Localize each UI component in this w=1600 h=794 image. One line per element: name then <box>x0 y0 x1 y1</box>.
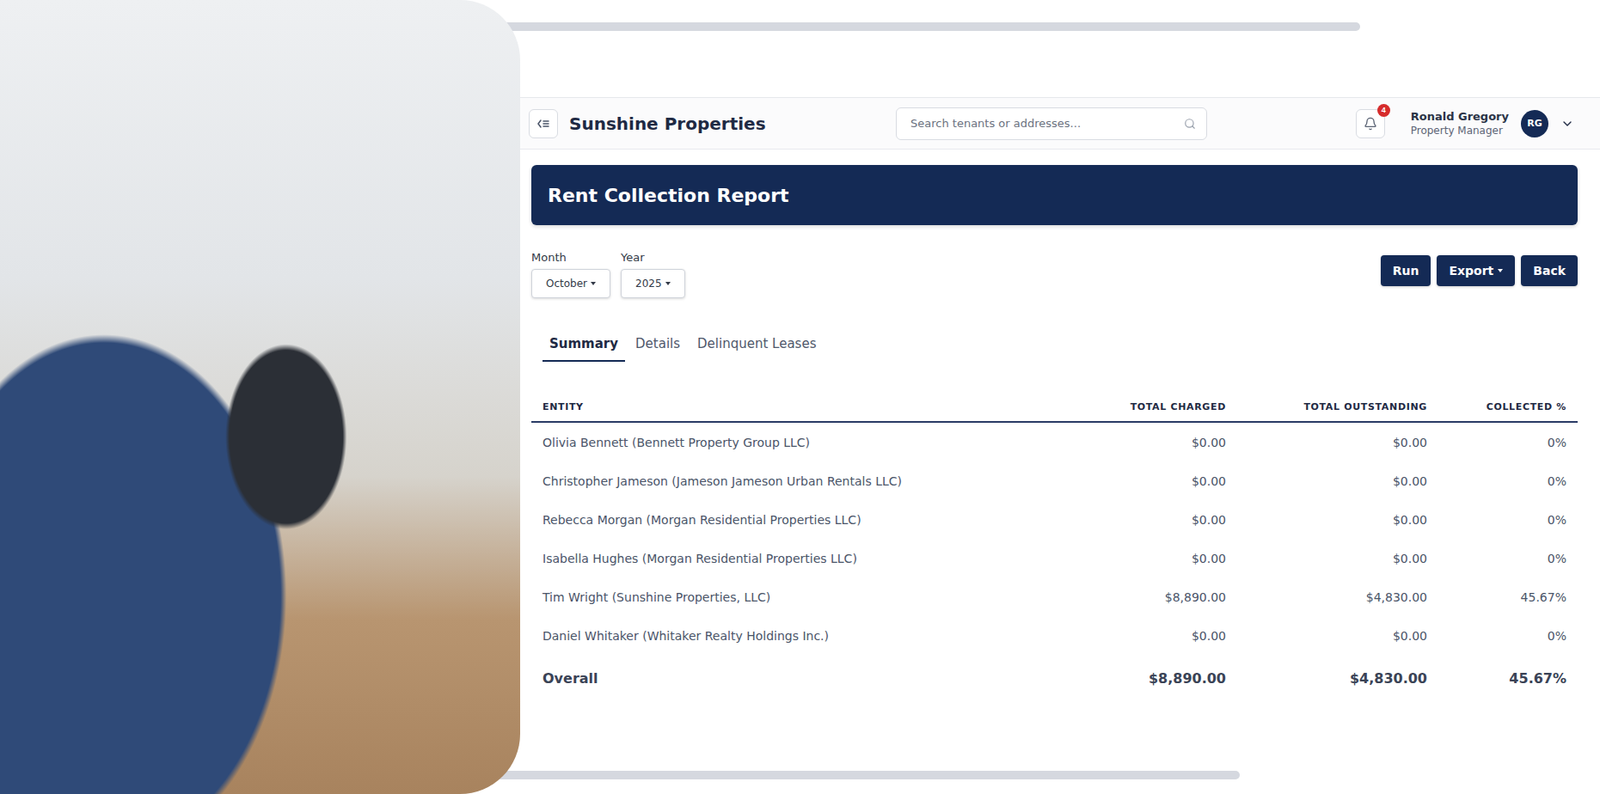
right-column: Sunshine Properties 4 Ronald GregoryProper… <box>490 0 1600 794</box>
chevron-down-icon[interactable] <box>1560 116 1575 131</box>
outstanding-cell: $4,830.00 <box>1237 590 1439 605</box>
entity-cell: Isabella Hughes (Morgan Residential Prop… <box>531 551 1031 566</box>
header-left: Sunshine Properties <box>528 109 896 139</box>
app-title: Sunshine Properties <box>569 113 767 135</box>
outstanding-cell: $0.00 <box>1237 551 1439 566</box>
collected-cell: 0% <box>1438 474 1578 489</box>
entity-cell: Christopher Jameson (Jameson Jameson Urb… <box>531 474 1031 489</box>
collected-cell: 0% <box>1438 435 1578 450</box>
filters: Month October Year 2025 <box>531 251 686 299</box>
user-name: Ronald Gregory <box>1410 110 1509 123</box>
collected-cell: 0% <box>1438 513 1578 528</box>
filter-row: Month October Year 2025 RunExportBack <box>531 251 1578 299</box>
total-row: Overall$8,890.00$4,830.0045.67% <box>531 655 1578 702</box>
outstanding-cell: $0.00 <box>1237 474 1439 489</box>
tab[interactable]: Details <box>628 331 687 362</box>
charged-cell: $0.00 <box>1030 435 1238 450</box>
column-header: COLLECTED % <box>1438 401 1578 413</box>
collapse-sidebar-icon <box>536 116 551 131</box>
dropdown-button[interactable]: Export <box>1436 255 1515 287</box>
page: Sunshine Properties 4 Ronald GregoryProper… <box>0 0 1600 794</box>
caret-icon <box>1497 269 1503 273</box>
filter-dropdown[interactable]: 2025 <box>620 269 686 299</box>
header: Sunshine Properties 4 Ronald GregoryProper… <box>510 98 1600 150</box>
notification-badge: 4 <box>1377 104 1391 117</box>
filter-dropdown[interactable]: October <box>531 269 611 299</box>
collected-cell: 0% <box>1438 629 1578 644</box>
column-header: ENTITY <box>531 401 1031 413</box>
filter-label: Year <box>620 251 686 264</box>
table-row: Olivia Bennett (Bennett Property Group L… <box>531 422 1578 462</box>
search-box <box>895 107 1208 141</box>
charged-cell: $8,890.00 <box>1030 670 1238 687</box>
bell-icon <box>1363 116 1378 131</box>
header-right: 4 Ronald GregoryProperty Manager RG <box>1207 109 1575 139</box>
tab[interactable]: Delinquent Leases <box>690 331 823 362</box>
column-header: TOTAL CHARGED <box>1030 401 1238 413</box>
action-button[interactable]: Back <box>1520 255 1578 287</box>
collected-cell: 0% <box>1438 551 1578 566</box>
tab[interactable]: Summary <box>542 331 626 362</box>
outstanding-cell: $0.00 <box>1237 513 1439 528</box>
charged-cell: $0.00 <box>1030 551 1238 566</box>
actions: RunExportBack <box>1380 255 1578 287</box>
outstanding-cell: $0.00 <box>1237 629 1439 644</box>
charged-cell: $0.00 <box>1030 513 1238 528</box>
user-avatar[interactable]: RG <box>1520 110 1549 138</box>
summary-table: ENTITYTOTAL CHARGEDTOTAL OUTSTANDINGCOLL… <box>531 396 1578 702</box>
table-row: Isabella Hughes (Morgan Residential Prop… <box>531 539 1578 578</box>
outstanding-cell: $4,830.00 <box>1237 670 1439 687</box>
entity-cell: Daniel Whitaker (Whitaker Realty Holding… <box>531 629 1031 644</box>
content: Rent Collection Report Month October Year 20… <box>510 149 1600 702</box>
filter-field: Month October <box>531 251 611 299</box>
table-row: Christopher Jameson (Jameson Jameson Urb… <box>531 461 1578 501</box>
collapse-button[interactable] <box>528 109 558 139</box>
table-row: Tim Wright (Sunshine Properties, LLC)$8,… <box>531 577 1578 617</box>
report-banner: Rent Collection Report <box>531 165 1578 226</box>
user-info: Ronald GregoryProperty Manager <box>1410 110 1509 137</box>
app-window: Sunshine Properties 4 Ronald GregoryProper… <box>509 97 1600 757</box>
table-row: Rebecca Morgan (Morgan Residential Prope… <box>531 500 1578 540</box>
entity-cell: Tim Wright (Sunshine Properties, LLC) <box>531 590 1031 605</box>
charged-cell: $0.00 <box>1030 474 1238 489</box>
bottom-bar <box>490 771 1240 780</box>
search-input[interactable] <box>908 116 1178 131</box>
table-header: ENTITYTOTAL CHARGEDTOTAL OUTSTANDINGCOLL… <box>531 396 1578 423</box>
action-button[interactable]: Run <box>1380 255 1432 287</box>
column-header: TOTAL OUTSTANDING <box>1237 401 1439 413</box>
table-row: Daniel Whitaker (Whitaker Realty Holding… <box>531 616 1578 656</box>
collected-cell: 45.67% <box>1438 590 1578 605</box>
tabs: SummaryDetailsDelinquent Leases <box>531 331 1578 362</box>
top-bar <box>490 22 1361 31</box>
entity-cell: Overall <box>531 670 1031 687</box>
charged-cell: $8,890.00 <box>1030 590 1238 605</box>
caret-icon <box>590 281 596 286</box>
caret-icon <box>665 281 671 286</box>
entity-cell: Rebecca Morgan (Morgan Residential Prope… <box>531 513 1031 528</box>
photo <box>0 0 521 794</box>
collected-cell: 45.67% <box>1438 670 1578 687</box>
entity-cell: Olivia Bennett (Bennett Property Group L… <box>531 435 1031 450</box>
user-role: Property Manager <box>1410 124 1509 137</box>
filter-label: Month <box>531 251 611 264</box>
filter-field: Year 2025 <box>620 251 686 299</box>
notifications-button[interactable]: 4 <box>1355 109 1386 139</box>
search-icon <box>1183 117 1196 130</box>
charged-cell: $0.00 <box>1030 629 1238 644</box>
outstanding-cell: $0.00 <box>1237 435 1439 450</box>
